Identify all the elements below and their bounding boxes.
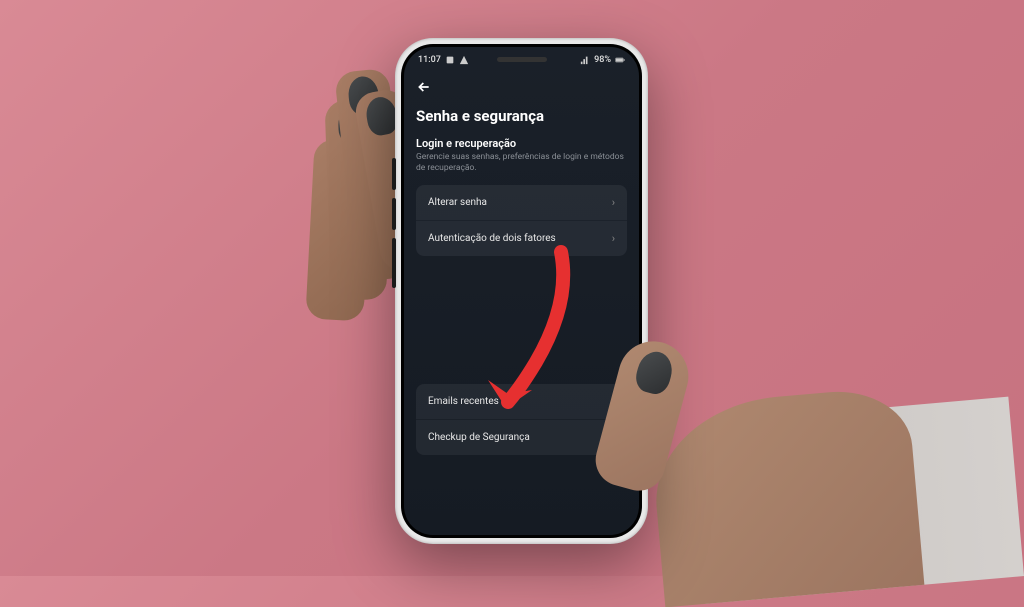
hand-arm	[690, 397, 1024, 604]
menu-item-label: Checkup de Segurança	[428, 432, 530, 443]
chevron-right-icon: ›	[612, 232, 615, 245]
phone-speaker	[497, 57, 547, 62]
notification-icon	[445, 55, 455, 65]
menu-item-recent-emails[interactable]: Emails recentes ›	[416, 384, 627, 419]
menu-item-two-factor[interactable]: Autenticação de dois fatores ›	[416, 221, 627, 256]
battery-percent: 98%	[594, 55, 611, 65]
power-button	[392, 238, 396, 288]
chevron-right-icon: ›	[612, 196, 615, 209]
section-title: Login e recuperação	[416, 137, 627, 150]
page-title: Senha e segurança	[416, 107, 627, 125]
section-description: Gerencie suas senhas, preferências de lo…	[416, 152, 627, 175]
volume-down-button	[392, 198, 396, 230]
back-button[interactable]	[416, 79, 432, 99]
menu-group-security: Emails recentes › Checkup de Segurança ›	[416, 384, 627, 455]
menu-item-change-password[interactable]: Alterar senha ›	[416, 185, 627, 220]
notification-icon	[459, 55, 469, 65]
menu-item-label: Autenticação de dois fatores	[428, 233, 556, 244]
menu-item-security-checkup[interactable]: Checkup de Segurança ›	[416, 420, 627, 455]
volume-up-button	[392, 158, 396, 190]
menu-group-login: Alterar senha › Autenticação de dois fat…	[416, 185, 627, 256]
menu-item-label: Alterar senha	[428, 197, 487, 208]
signal-icon	[580, 55, 590, 65]
status-time: 11:07	[418, 55, 441, 65]
menu-item-label: Emails recentes	[428, 396, 499, 407]
battery-icon	[615, 55, 625, 65]
